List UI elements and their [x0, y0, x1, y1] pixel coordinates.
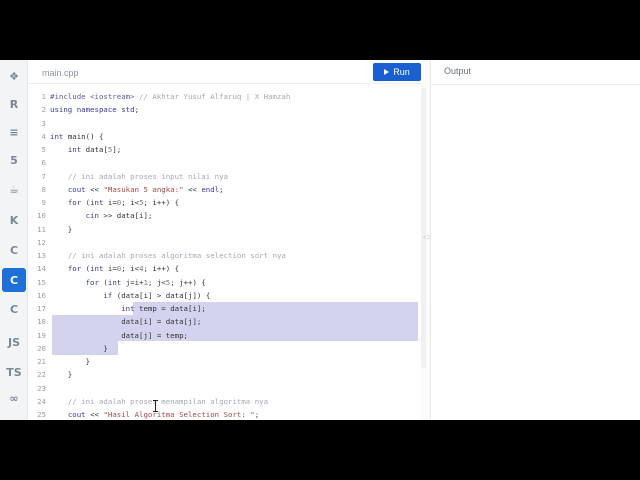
- line-number: 18: [37, 317, 46, 327]
- line-number: 25: [37, 410, 46, 420]
- line-number: 19: [37, 330, 46, 340]
- output-divider: [431, 84, 640, 85]
- html5-icon[interactable]: 5: [2, 148, 26, 172]
- run-label: Run: [393, 67, 410, 77]
- line-text: using namespace std;: [50, 105, 140, 115]
- typescript-icon[interactable]: TS: [2, 360, 26, 384]
- line-number: 13: [37, 251, 46, 261]
- line-number: 2: [41, 105, 46, 115]
- line-number: 6: [41, 158, 46, 168]
- csharp-icon[interactable]: C: [2, 297, 26, 321]
- line-text: #include <iostream> // Akhtar Yusuf Alfa…: [50, 92, 291, 102]
- line-text: }: [50, 370, 73, 380]
- line-number: 15: [37, 277, 46, 287]
- code-line[interactable]: 16 if (data[i] > data[j]) {: [28, 289, 421, 302]
- line-text: }: [50, 224, 73, 234]
- code-editor[interactable]: 1 #include <iostream> // Akhtar Yusuf Alf…: [28, 90, 421, 420]
- code-line[interactable]: 24 // ini adalah proses menampilan algor…: [28, 395, 421, 408]
- line-number: 24: [37, 396, 46, 406]
- line-number: 22: [37, 370, 46, 380]
- line-number: 23: [37, 383, 46, 393]
- line-text: if (data[i] > data[j]) {: [103, 290, 211, 300]
- line-text: for (int j=i+1; j<5; j++) {: [85, 277, 206, 287]
- code-line[interactable]: 22 }: [28, 368, 421, 381]
- code-line[interactable]: 8 cout << "Masukan 5 angka:" << endl;: [28, 183, 421, 196]
- code-line[interactable]: 23: [28, 382, 421, 395]
- code-line[interactable]: 11 }: [28, 223, 421, 236]
- code-line[interactable]: 18 data[i] = data[j];: [28, 315, 421, 328]
- editor-scrollbar[interactable]: [421, 88, 426, 368]
- output-title: Output: [444, 66, 472, 76]
- run-button[interactable]: Run: [373, 63, 421, 81]
- file-tab-main-cpp[interactable]: main.cpp: [34, 64, 87, 82]
- code-line[interactable]: 2 using namespace std;: [28, 103, 421, 116]
- code-line[interactable]: 1 #include <iostream> // Akhtar Yusuf Alf…: [28, 90, 421, 103]
- line-text: }: [50, 357, 91, 367]
- line-text: int temp = data[i];: [121, 304, 206, 314]
- go-icon[interactable]: ∞: [2, 386, 26, 410]
- line-text: cout << "Masukan 5 angka:" << endl;: [67, 184, 224, 194]
- line-text: // ini adalah proses input nilai nya: [67, 171, 228, 181]
- code-line[interactable]: 9 for (int i=0; i<5; i++) {: [28, 196, 421, 209]
- line-text: int main() {: [50, 131, 104, 141]
- line-number: 8: [41, 184, 46, 194]
- python-icon[interactable]: ❖: [2, 64, 26, 88]
- line-number: 14: [37, 264, 46, 274]
- language-sidebar: ❖ R ≡ 5 ☕ K C C C JS TS ∞: [0, 60, 28, 420]
- text-cursor-icon: [153, 400, 158, 412]
- code-line[interactable]: 21 }: [28, 355, 421, 368]
- line-text: for (int i=0; i<5; i++) {: [67, 198, 180, 208]
- r-icon[interactable]: R: [2, 92, 26, 116]
- line-number: 3: [41, 118, 46, 128]
- code-line[interactable]: 25 cout << "Hasil Algoritma Selection So…: [28, 408, 421, 420]
- line-text: // ini adalah proses menampilan algoritm…: [67, 396, 269, 406]
- line-text: }: [50, 343, 108, 353]
- line-number: 10: [37, 211, 46, 221]
- code-line[interactable]: 14 for (int i=0; i<4; i++) {: [28, 262, 421, 275]
- line-number: 9: [41, 198, 46, 208]
- code-line[interactable]: 6: [28, 156, 421, 169]
- line-number: 16: [37, 290, 46, 300]
- code-line[interactable]: 15 for (int j=i+1; j<5; j++) {: [28, 276, 421, 289]
- c-icon[interactable]: C: [2, 238, 26, 262]
- code-line[interactable]: 4 int main() {: [28, 130, 421, 143]
- code-line[interactable]: 19 data[j] = temp;: [28, 329, 421, 342]
- line-text: int data[5];: [67, 145, 122, 155]
- line-text: cin >> data[i];: [85, 211, 153, 221]
- line-number: 17: [37, 304, 46, 314]
- play-icon: [384, 69, 390, 75]
- output-pane: Output: [430, 60, 640, 420]
- editor-header: main.cpp Run: [28, 60, 421, 84]
- line-number: 11: [37, 224, 46, 234]
- java-icon[interactable]: ☕: [2, 177, 26, 201]
- line-text: // ini adalah proses algoritma selection…: [67, 251, 286, 261]
- line-text: data[i] = data[j];: [121, 317, 202, 327]
- line-number: 5: [41, 145, 46, 155]
- code-line[interactable]: 10 cin >> data[i];: [28, 209, 421, 222]
- code-line[interactable]: 5 int data[5];: [28, 143, 421, 156]
- code-line[interactable]: 12: [28, 236, 421, 249]
- line-number: 20: [37, 343, 46, 353]
- javascript-icon[interactable]: JS: [2, 330, 26, 354]
- ide-window: ❖ R ≡ 5 ☕ K C C C JS TS ∞ main.cpp Run 1 #include <i…: [0, 60, 640, 420]
- database-icon[interactable]: ≡: [2, 120, 26, 144]
- cpp-icon[interactable]: C: [2, 268, 26, 292]
- code-line[interactable]: 7 // ini adalah proses input nilai nya: [28, 170, 421, 183]
- line-text: data[j] = temp;: [121, 330, 188, 340]
- code-line[interactable]: 3: [28, 117, 421, 130]
- line-text: for (int i=0; i<4; i++) {: [67, 264, 180, 274]
- kotlin-icon[interactable]: K: [2, 208, 26, 232]
- line-number: 1: [41, 92, 46, 102]
- code-line[interactable]: 20 }: [28, 342, 421, 355]
- line-number: 21: [37, 357, 46, 367]
- line-number: 12: [37, 237, 46, 247]
- code-line[interactable]: 13 // ini adalah proses algoritma select…: [28, 249, 421, 262]
- line-number: 4: [41, 131, 46, 141]
- line-number: 7: [41, 171, 46, 181]
- code-line[interactable]: 17 int temp = data[i];: [28, 302, 421, 315]
